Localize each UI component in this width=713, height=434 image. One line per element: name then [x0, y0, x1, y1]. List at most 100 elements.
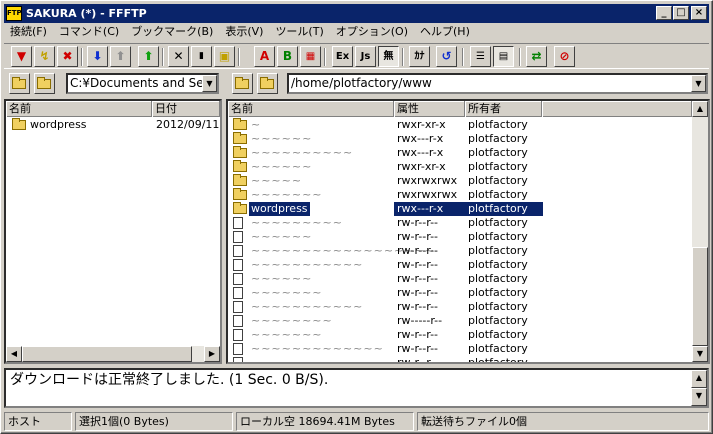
scroll-thumb[interactable]: [22, 346, 192, 362]
column-date[interactable]: 日付: [152, 101, 220, 117]
ffftp-app-icon: FTP: [6, 6, 22, 21]
maximize-button[interactable]: □: [673, 6, 689, 20]
list-item[interactable]: ~~~~~~ rwxr-xr-x plotfactory: [228, 160, 692, 174]
file-owner: plotfactory: [468, 342, 528, 355]
file-owner: plotfactory: [468, 132, 528, 145]
list-item[interactable]: ~~~~~~~~~~~ rw-r--r-- plotfactory: [228, 300, 692, 314]
local-parent-folder-button[interactable]: [9, 73, 30, 94]
file-icon: [233, 287, 243, 299]
upload-icon[interactable]: ⬆: [110, 46, 131, 67]
scroll-down-button[interactable]: ▼: [691, 388, 707, 406]
mkdir-icon[interactable]: ▣: [214, 46, 235, 67]
local-path-combo[interactable]: C:¥Documents and Set ▼: [66, 73, 219, 94]
delete-icon[interactable]: ✕: [168, 46, 189, 67]
file-icon: [233, 245, 243, 257]
list-item[interactable]: ~~~~~~~ rw-r--r-- plotfactory: [228, 286, 692, 300]
disconnect-icon[interactable]: ✖: [57, 46, 78, 67]
list-item[interactable]: ~~~~~~~ rwxrwxrwx plotfactory: [228, 188, 692, 202]
remote-open-folder-button[interactable]: [257, 73, 278, 94]
binary-mode-button[interactable]: B: [277, 46, 298, 67]
case-ex-button[interactable]: Ex: [332, 46, 353, 67]
column-name[interactable]: 名前: [6, 101, 152, 117]
scroll-down-button[interactable]: ▼: [692, 346, 708, 362]
scroll-right-button[interactable]: ▶: [204, 346, 220, 362]
column-name[interactable]: 名前: [228, 101, 394, 117]
local-list-header: 名前 日付: [6, 101, 220, 117]
menu-connect[interactable]: 接続(F): [4, 23, 53, 41]
scroll-thumb[interactable]: [692, 247, 708, 346]
mirror-upload-icon[interactable]: ⬆: [138, 46, 159, 67]
status-selection: 選択1個(0 Bytes): [75, 412, 233, 431]
file-name: ~: [251, 118, 262, 131]
sync-icon[interactable]: ⇄: [526, 46, 547, 67]
list-item[interactable]: ~~~~~~~~~~~~~ rw-r--r-- plotfactory: [228, 342, 692, 356]
file-permissions: rw-r--r--: [397, 230, 439, 243]
file-permissions: rw-----r--: [397, 314, 443, 327]
list-item[interactable]: ~ rwxr-xr-x plotfactory: [228, 118, 692, 132]
case-none-button[interactable]: 無: [378, 46, 399, 67]
list-item[interactable]: ~~~~~~ rwx---r-x plotfactory: [228, 132, 692, 146]
remote-parent-folder-button[interactable]: [232, 73, 253, 94]
menu-command[interactable]: コマンド(C): [53, 23, 125, 41]
list-item[interactable]: ~~~~~~ rw-r--r-- plotfactory: [228, 272, 692, 286]
minimize-button[interactable]: _: [656, 6, 672, 20]
list-item[interactable]: ~~~~~~~~~ rw-r--r-- plotfactory: [228, 216, 692, 230]
list-item[interactable]: ~~~~~~~~~~~ rw-r--r-- plotfactory: [228, 258, 692, 272]
scroll-up-button[interactable]: ▲: [691, 370, 707, 388]
log-area[interactable]: ダウンロードは正常終了しました. (1 Sec. 0 B/S). ▲ ▼: [4, 368, 709, 408]
list-item[interactable]: ~~~~~ rwxrwxrwx plotfactory: [228, 174, 692, 188]
local-file-list[interactable]: 名前 日付 wordpress 2012/09/11 ◀ ▶: [4, 99, 222, 364]
ascii-mode-button[interactable]: A: [254, 46, 275, 67]
file-permissions: rwx---r-x: [397, 146, 444, 159]
remote-file-list[interactable]: 名前 属性 所有者 ~ rwxr-xr-x plotfactory ~~~~~~ rwx…: [226, 99, 710, 364]
list-view-icon[interactable]: ☰: [470, 46, 491, 67]
column-owner[interactable]: 所有者: [465, 101, 542, 117]
close-button[interactable]: ×: [691, 6, 707, 20]
file-icon: [233, 231, 243, 243]
local-open-folder-button[interactable]: [34, 73, 55, 94]
menu-help[interactable]: ヘルプ(H): [414, 23, 476, 41]
rename-icon[interactable]: ▮: [191, 46, 212, 67]
list-item[interactable]: ~~~~~~~~ rw-r--r-- plotfactory: [228, 356, 692, 364]
chevron-down-icon[interactable]: ▼: [202, 75, 217, 92]
list-item[interactable]: ~~~~~~~ rw-r--r-- plotfactory: [228, 328, 692, 342]
auto-mode-icon[interactable]: ▦: [300, 46, 321, 67]
file-name: ~~~~~~~~: [251, 356, 333, 364]
folder-icon: [233, 160, 247, 172]
scroll-left-button[interactable]: ◀: [6, 346, 22, 362]
list-item[interactable]: wordpress 2012/09/11: [6, 118, 220, 132]
scroll-up-button[interactable]: ▲: [692, 101, 708, 117]
list-item[interactable]: ~~~~~~~~~~ rwx---r-x plotfactory: [228, 146, 692, 160]
log-scrollbar[interactable]: ▲ ▼: [691, 370, 707, 406]
vertical-scrollbar[interactable]: ▲ ▼: [692, 101, 708, 362]
list-item[interactable]: wordpress rwx---r-x plotfactory: [228, 202, 692, 216]
menu-view[interactable]: 表示(V): [219, 23, 269, 41]
toolbar: ▼ ↯ ✖ ⬇ ⬆ ⬆ ✕ ▮ ▣ A B ▦ Ex Js 無 ｶﾅ ↺ ☰ ▤…: [4, 43, 709, 69]
list-item[interactable]: ~~~~~~ rw-r--r-- plotfactory: [228, 230, 692, 244]
list-item[interactable]: ~~~~~~~~~~~~~~~~~~ rw-r--r-- plotfactory: [228, 244, 692, 258]
list-item[interactable]: ~~~~~~~~ rw-----r-- plotfactory: [228, 314, 692, 328]
download-icon[interactable]: ⬇: [87, 46, 108, 67]
file-date: 2012/09/11: [156, 118, 220, 131]
menu-bookmark[interactable]: ブックマーク(B): [125, 23, 219, 41]
horizontal-scrollbar[interactable]: ◀ ▶: [6, 346, 220, 362]
file-owner: plotfactory: [468, 146, 528, 159]
file-owner: plotfactory: [468, 174, 528, 187]
kana-button[interactable]: ｶﾅ: [409, 46, 430, 67]
quick-connect-icon[interactable]: ↯: [34, 46, 55, 67]
file-name: ~~~~~~~: [251, 286, 323, 299]
chevron-down-icon[interactable]: ▼: [691, 75, 706, 92]
connect-icon[interactable]: ▼: [11, 46, 32, 67]
title-bar[interactable]: FTP SAKURA (*) - FFFTP _ □ ×: [4, 4, 709, 23]
stop-icon[interactable]: ⊘: [554, 46, 575, 67]
menu-options[interactable]: オプション(O): [330, 23, 414, 41]
status-queue: 転送待ちファイル0個: [417, 412, 709, 431]
refresh-icon[interactable]: ↺: [436, 46, 457, 67]
column-permissions[interactable]: 属性: [394, 101, 465, 117]
case-js-button[interactable]: Js: [355, 46, 376, 67]
detail-view-icon[interactable]: ▤: [493, 46, 514, 67]
toolbar-separator: [238, 48, 240, 66]
menu-tools[interactable]: ツール(T): [269, 23, 329, 41]
remote-path-combo[interactable]: /home/plotfactory/www ▼: [287, 73, 708, 94]
local-path-value: C:¥Documents and Set: [70, 76, 209, 90]
